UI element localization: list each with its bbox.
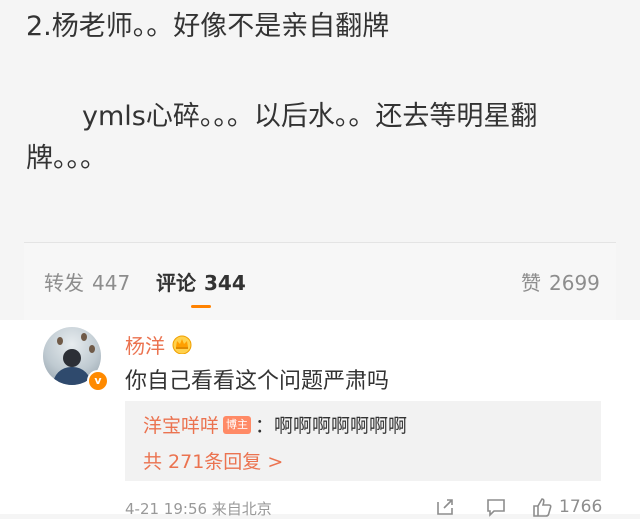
commenter-name[interactable]: 杨洋 [125, 330, 165, 359]
tab-comments-count: 344 [204, 271, 246, 295]
balloon-shape [89, 345, 95, 353]
tab-comments[interactable]: 评论 344 [156, 267, 246, 308]
reply-preview: 洋宝咩咩 博主 ： 啊啊啊啊啊啊啊 [143, 411, 407, 438]
reply-preview-box[interactable]: 洋宝咩咩 博主 ： 啊啊啊啊啊啊啊 共 271条回复 > [125, 401, 601, 481]
avatar-head-shape [63, 349, 81, 367]
comment-text: 你自己看看这个问题严肃吗 [125, 369, 390, 394]
post-text-line-1: 2.杨老师。。好像不是亲自翻牌 [26, 11, 390, 42]
comment-bubble-icon [487, 499, 505, 517]
post-text-line-2: ymls心碎。。。以后水。。还去等明星翻牌。。。 [26, 101, 538, 174]
tab-likes-label: 赞 [521, 271, 541, 295]
view-all-replies-link[interactable]: 共 271条回复 > [143, 447, 283, 474]
tab-reposts-count: 447 [92, 271, 131, 295]
share-icon [437, 499, 453, 515]
verified-badge-icon: v [87, 370, 109, 392]
tab-reposts[interactable]: 转发 447 [44, 267, 130, 296]
interaction-tabs: 转发 447 评论 344 赞 2699 [24, 242, 616, 321]
host-badge: 博主 [223, 415, 252, 434]
balloon-shape [57, 337, 63, 345]
crown-icon [172, 335, 192, 354]
active-tab-indicator [190, 305, 211, 308]
reply-separator: ： [255, 415, 275, 437]
reply-text: 啊啊啊啊啊啊啊 [274, 415, 408, 437]
tab-likes-count: 2699 [549, 271, 600, 295]
share-button[interactable] [434, 496, 456, 518]
balloon-shape [81, 333, 87, 341]
comment-item: v 杨洋 你自己看看这个问题严肃吗 洋宝咩咩 博主 ： 啊啊啊啊啊啊啊 共 27… [0, 320, 640, 518]
tab-likes[interactable]: 赞 2699 [521, 267, 600, 296]
avatar-body-shape [53, 367, 91, 385]
tab-comments-label: 评论 [156, 271, 196, 295]
comment-meta: 4-21 19:56 来自北京 [125, 500, 272, 518]
reply-username[interactable]: 洋宝咩咩 [143, 411, 219, 438]
tab-reposts-label: 转发 [44, 271, 84, 295]
reply-button[interactable] [485, 496, 507, 518]
thumbs-up-icon [533, 498, 552, 517]
like-button[interactable]: 1766 [531, 496, 602, 518]
like-count: 1766 [559, 497, 603, 517]
